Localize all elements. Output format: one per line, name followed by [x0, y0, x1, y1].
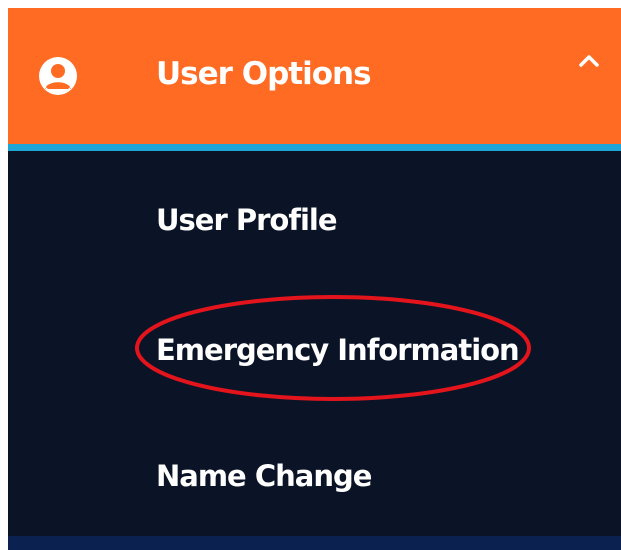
chevron-up-icon[interactable]	[576, 48, 602, 74]
menu-item-user-profile[interactable]: User Profile	[156, 198, 338, 242]
menu-header-title: User Options	[156, 56, 372, 92]
menu-header[interactable]: User Options	[8, 8, 621, 144]
menu-item-name-change[interactable]: Name Change	[156, 454, 372, 498]
menu-item-emergency-information[interactable]: Emergency Information	[156, 328, 520, 372]
user-circle-icon	[39, 57, 77, 95]
user-options-menu: User Options User Profile Emergency Info…	[8, 8, 621, 550]
accent-divider	[8, 144, 621, 151]
bottom-strip	[8, 536, 621, 550]
